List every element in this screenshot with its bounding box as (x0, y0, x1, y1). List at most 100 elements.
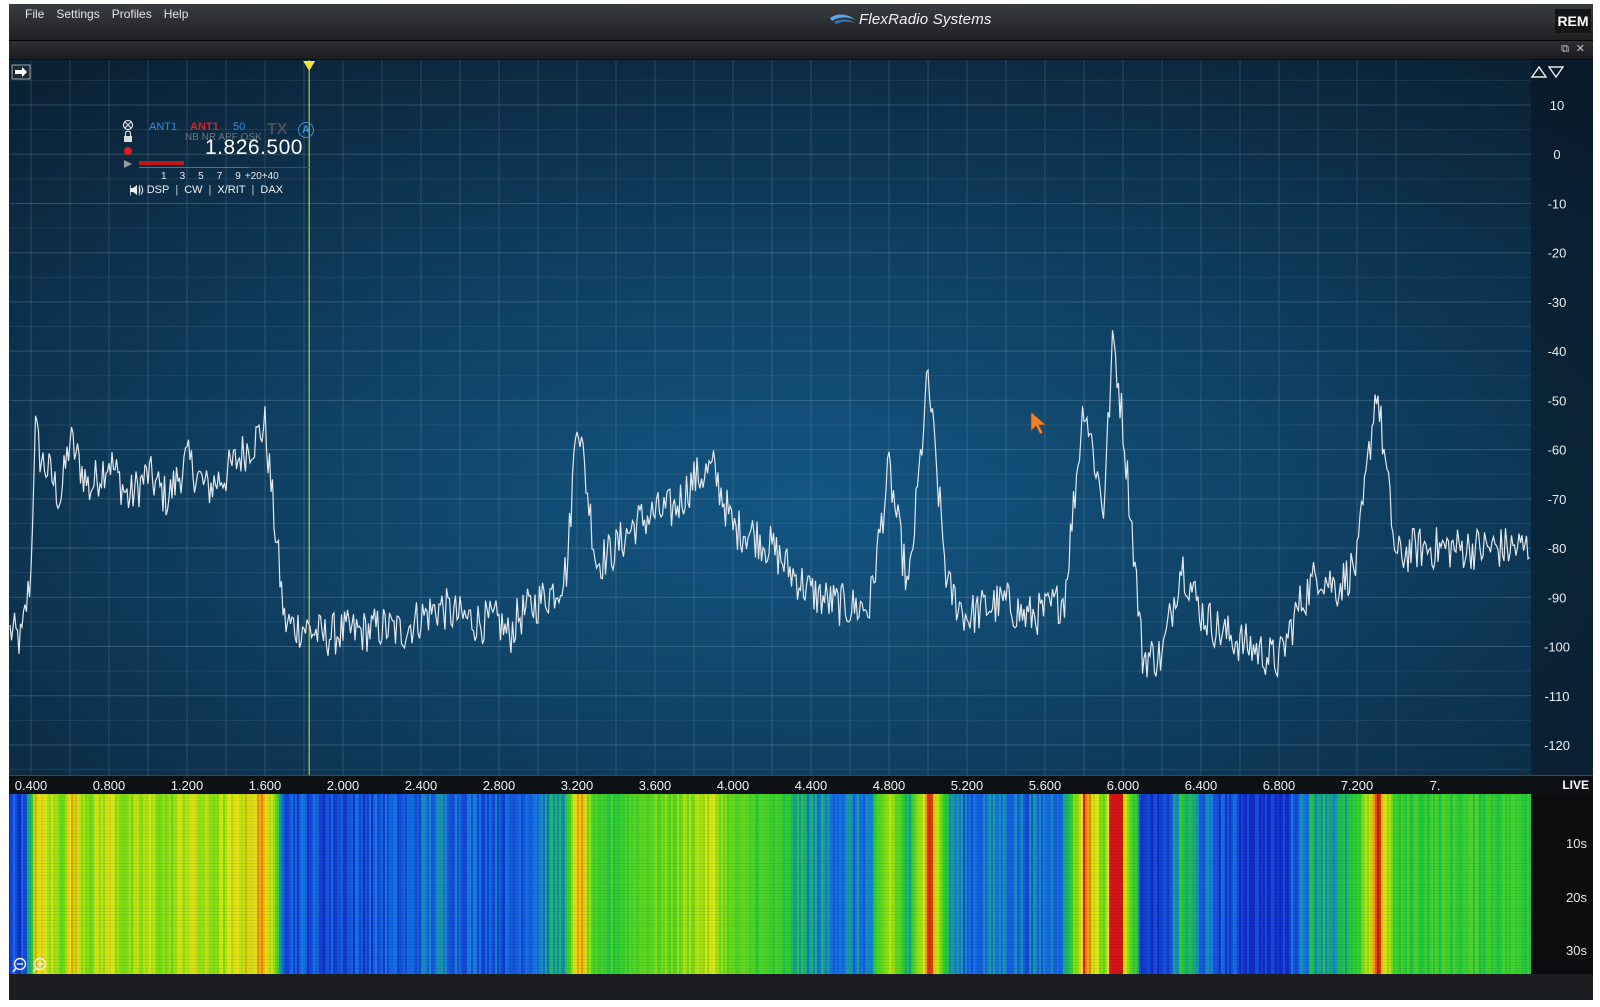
db-label: -70 (1548, 492, 1567, 507)
waterfall-texture-line (9, 839, 1531, 840)
waterfall-texture-line (9, 932, 1531, 933)
title-bar: File Settings Profiles Help FlexRadio Sy… (9, 4, 1593, 41)
tab-xrit[interactable]: X/RIT (217, 184, 245, 196)
remote-badge: REM (1555, 9, 1591, 33)
s-meter-tick: +40 (261, 171, 279, 182)
frequency-label: 5.200 (950, 778, 984, 793)
db-scale-background (1531, 60, 1593, 775)
waterfall-texture-line (9, 962, 1531, 963)
menu-help[interactable]: Help (158, 7, 195, 21)
s-meter-tick: +20 (244, 171, 262, 182)
waterfall-texture-line (9, 935, 1531, 936)
db-label: -20 (1548, 246, 1567, 261)
frequency-label: 5.600 (1028, 778, 1062, 793)
s-meter-tick: 1 (161, 171, 167, 182)
frequency-label: 7. (1429, 778, 1441, 793)
db-label: 10 (1550, 98, 1564, 113)
rx-antenna[interactable]: ANT1 (149, 121, 177, 133)
waterfall-texture-line (9, 827, 1531, 828)
waterfall-texture-line (9, 863, 1531, 864)
waterfall-texture-line (9, 953, 1531, 954)
tab-dsp[interactable]: DSP (147, 184, 170, 196)
waterfall-texture-line (9, 887, 1531, 888)
collapse-button[interactable] (11, 64, 31, 80)
slice-flag[interactable]: ANT1 ANT1 50 NB NR APF QSK TX A 1.826.50… (117, 118, 322, 202)
waterfall-texture-line (9, 965, 1531, 966)
db-label: -110 (1544, 689, 1569, 704)
waterfall-texture-line (9, 794, 1531, 795)
frequency-label: 7.200 (1340, 778, 1374, 793)
waterfall-zoom-controls (12, 957, 47, 973)
frequency-label: 2.000 (326, 778, 360, 793)
brand: FlexRadio Systems (829, 8, 992, 30)
waterfall-texture-line (9, 884, 1531, 885)
frequency-label: 3.600 (638, 778, 672, 793)
waterfall-texture-line (9, 926, 1531, 927)
close-icon[interactable]: ✕ (1576, 43, 1585, 55)
db-label: -50 (1548, 393, 1567, 408)
frequency-label: 2.800 (482, 778, 516, 793)
db-label: -80 (1548, 541, 1567, 556)
restore-icon[interactable]: ⧉ (1561, 43, 1569, 55)
record-icon[interactable] (124, 147, 132, 155)
waterfall-texture-line (9, 881, 1531, 882)
db-label: -30 (1548, 295, 1567, 310)
slice-frequency[interactable]: 1.826.500 (205, 136, 303, 160)
waterfall-texture-line (9, 944, 1531, 945)
waterfall-texture-line (9, 938, 1531, 939)
db-label: 0 (1553, 147, 1560, 162)
status-bar (9, 974, 1593, 1000)
waterfall-texture-line (9, 830, 1531, 831)
waterfall-texture-line (9, 911, 1531, 912)
s-meter-scale: 1 3 5 7 9 +20 +40 (161, 171, 279, 182)
waterfall-texture-line (9, 914, 1531, 915)
waterfall-texture-line (9, 872, 1531, 873)
brand-name: FlexRadio Systems (859, 10, 992, 28)
menu-settings[interactable]: Settings (50, 7, 105, 21)
waterfall-texture-line (9, 821, 1531, 822)
waterfall-texture-line (9, 833, 1531, 834)
lock-icon[interactable] (124, 136, 132, 142)
menu-profiles[interactable]: Profiles (106, 7, 158, 21)
frequency-label: 6.400 (1184, 778, 1218, 793)
waterfall-canvas[interactable] (9, 794, 1531, 974)
waterfall-texture-line (9, 899, 1531, 900)
smartsdr-window: File Settings Profiles Help FlexRadio Sy… (9, 4, 1593, 1000)
waterfall-texture-line (9, 896, 1531, 897)
s-meter-tick: 9 (235, 171, 241, 182)
db-label: -90 (1548, 590, 1567, 605)
waterfall-texture-line (9, 908, 1531, 909)
waterfall-time-scale: 10s 20s 30s (1531, 794, 1593, 974)
panadapter[interactable]: 10 0 -10 -20 -30 -40 -50 -60 -70 -80 -90 -100 -110 -1… (9, 60, 1593, 775)
s-meter-tick: 3 (179, 171, 186, 182)
frequency-label: 2.400 (404, 778, 438, 793)
tab-cw[interactable]: CW (184, 184, 202, 196)
menu-file[interactable]: File (19, 7, 50, 21)
waterfall-texture-line (9, 929, 1531, 930)
waterfall-texture-line (9, 890, 1531, 891)
db-label: -120 (1544, 738, 1570, 753)
slice-tabs: | | DSP | CW | X/RIT | DAX (129, 184, 283, 196)
frequency-label: 0.400 (14, 778, 48, 793)
zoom-in-icon[interactable] (32, 957, 47, 973)
tab-dax[interactable]: DAX (260, 184, 283, 196)
frequency-label: 6.000 (1106, 778, 1140, 793)
frequency-label: 1.200 (170, 778, 204, 793)
db-label: -40 (1548, 344, 1567, 359)
play-icon[interactable] (124, 160, 132, 168)
waterfall-texture-line (9, 803, 1531, 804)
waterfall-texture-line (9, 845, 1531, 846)
waterfall[interactable] (9, 794, 1531, 974)
frequency-scale[interactable]: LIVE 0.400 0.800 1.200 1.600 2.000 2.400 2.800… (9, 775, 1593, 795)
waterfall-texture-line (9, 968, 1531, 969)
waterfall-texture-line (9, 917, 1531, 918)
waterfall-texture-line (9, 854, 1531, 855)
zoom-out-icon[interactable] (12, 957, 27, 973)
time-label: 10s (1566, 836, 1587, 851)
waterfall-texture-line (9, 920, 1531, 921)
frequency-label: 6.800 (1262, 778, 1296, 793)
db-scale: 10 0 -10 -20 -30 -40 -50 -60 -70 -80 -90 -100 -110 -1… (1531, 60, 1593, 775)
frequency-label: 3.200 (560, 778, 594, 793)
frequency-label: 0.800 (92, 778, 126, 793)
speaker-icon[interactable] (129, 184, 145, 196)
